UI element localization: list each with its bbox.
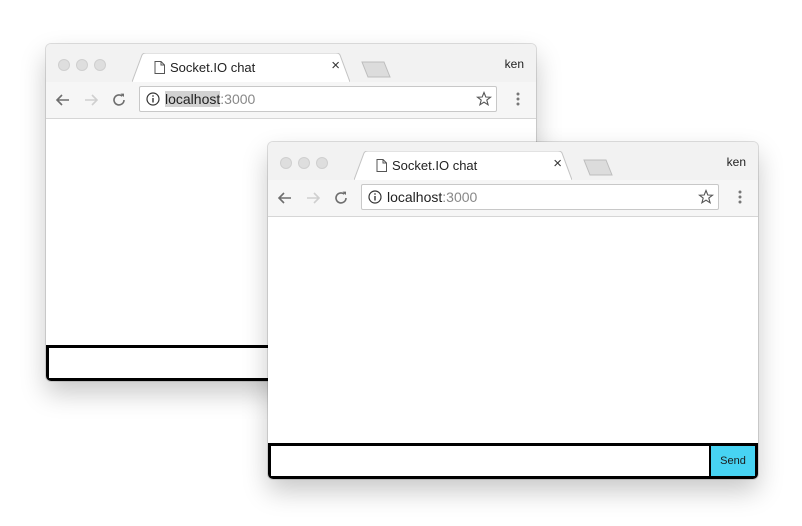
zoom-window-button[interactable] [94, 59, 106, 71]
info-icon[interactable] [146, 92, 160, 106]
back-icon[interactable] [276, 189, 294, 207]
tab-title: Socket.IO chat [170, 60, 256, 75]
toolbar: localhost:3000 [268, 180, 758, 217]
url-text[interactable]: localhost:3000 [165, 91, 255, 107]
profile-name[interactable]: ken [505, 57, 524, 71]
chat-form: Send [268, 443, 758, 479]
close-window-button[interactable] [58, 59, 70, 71]
close-window-button[interactable] [280, 157, 292, 169]
back-icon[interactable] [54, 91, 72, 109]
star-icon[interactable] [476, 91, 492, 107]
tab-socketio-chat[interactable]: Socket.IO chat × [354, 151, 572, 180]
tab-strip: Socket.IO chat × ken [46, 44, 536, 82]
browser-window-2: Socket.IO chat × ken localhost:3000 Send [268, 142, 758, 479]
address-bar[interactable]: localhost:3000 [139, 86, 497, 112]
info-icon[interactable] [368, 190, 382, 204]
forward-icon[interactable] [82, 91, 100, 109]
minimize-window-button[interactable] [76, 59, 88, 71]
profile-name[interactable]: ken [727, 155, 746, 169]
window-controls [58, 58, 112, 76]
zoom-window-button[interactable] [316, 157, 328, 169]
forward-icon[interactable] [304, 189, 322, 207]
new-tab-icon[interactable] [578, 159, 614, 176]
url-host: localhost [387, 189, 443, 205]
minimize-window-button[interactable] [298, 157, 310, 169]
url-text[interactable]: localhost:3000 [387, 189, 477, 205]
url-port: :3000 [442, 189, 478, 205]
new-tab-icon[interactable] [356, 61, 392, 78]
reload-icon[interactable] [110, 91, 128, 109]
document-icon [376, 159, 387, 172]
url-port: :3000 [220, 91, 256, 107]
send-button[interactable]: Send [711, 446, 755, 476]
document-icon [154, 61, 165, 74]
address-bar[interactable]: localhost:3000 [361, 184, 719, 210]
window-controls [280, 156, 334, 174]
reload-icon[interactable] [332, 189, 350, 207]
tab-title: Socket.IO chat [392, 158, 478, 173]
message-input[interactable] [271, 446, 709, 476]
star-icon[interactable] [698, 189, 714, 205]
tab-strip: Socket.IO chat × ken [268, 142, 758, 180]
url-host: localhost [165, 91, 221, 107]
menu-icon[interactable] [732, 188, 748, 206]
menu-icon[interactable] [510, 90, 526, 108]
tab-socketio-chat[interactable]: Socket.IO chat × [132, 53, 350, 82]
page-content: Send [268, 217, 758, 479]
toolbar: localhost:3000 [46, 82, 536, 119]
close-tab-icon[interactable]: × [331, 57, 340, 74]
close-tab-icon[interactable]: × [553, 155, 562, 172]
